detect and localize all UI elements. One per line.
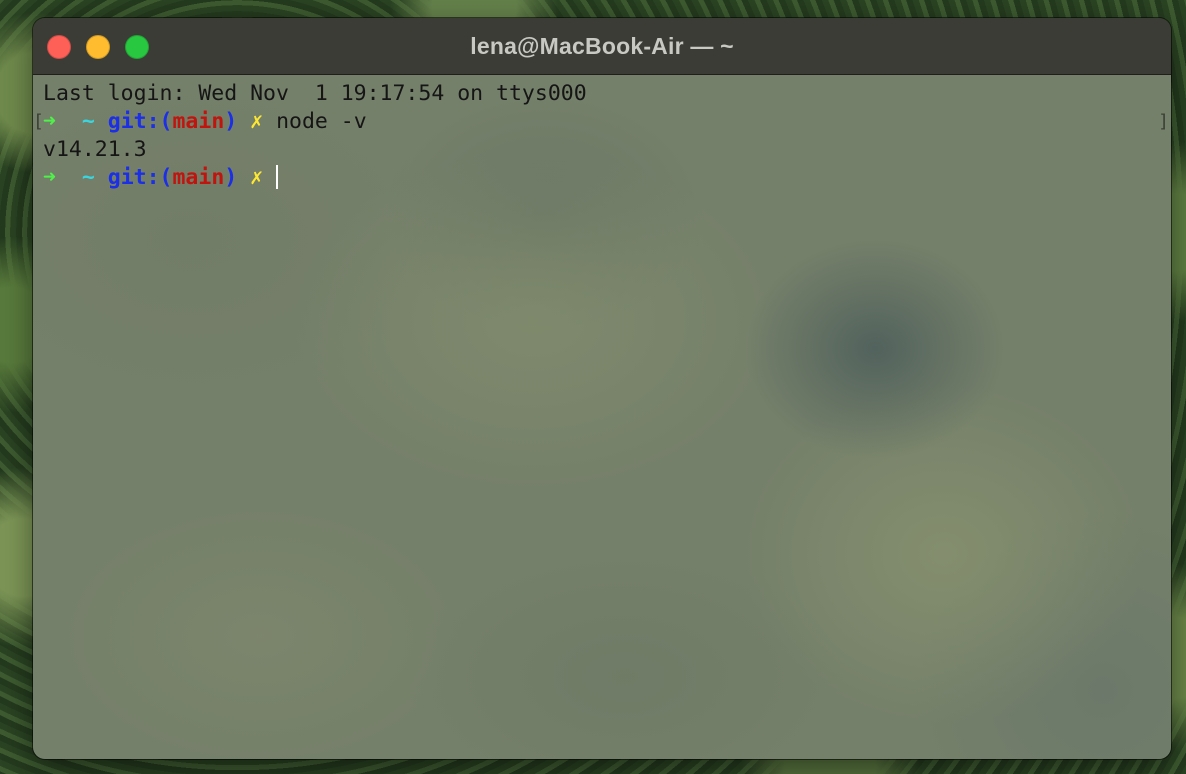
command-line: ➜ ~ git:(main) ✗ node -v	[43, 108, 367, 136]
login-line: Last login: Wed Nov 1 19:17:54 on ttys00…	[43, 81, 587, 106]
mark-close-bracket: ]	[1158, 111, 1169, 132]
prompt-git-prefix: git:(	[107, 165, 173, 190]
prompt-git-branch: main	[172, 165, 225, 190]
command-text: node -v	[276, 109, 367, 134]
window-title: lena@MacBook-Air — ~	[470, 33, 734, 59]
prompt-git-prefix: git:(	[107, 109, 173, 134]
command-output: v14.21.3	[43, 137, 147, 162]
prompt-git-suffix: )	[224, 165, 238, 190]
prompt-directory: ~	[81, 165, 95, 190]
text-cursor	[276, 165, 279, 189]
terminal-window: lena@MacBook-Air — ~ Last login: Wed Nov…	[33, 18, 1171, 759]
active-prompt-line[interactable]: ➜ ~ git:(main) ✗	[43, 164, 279, 192]
title-bar[interactable]: lena@MacBook-Air — ~	[33, 18, 1171, 75]
prompt-dirty-icon: ✗	[250, 109, 264, 134]
prompt-dirty-icon: ✗	[250, 165, 264, 190]
prompt-arrow-icon: ➜	[43, 165, 56, 190]
prompt-directory: ~	[81, 109, 95, 134]
prompt-git-suffix: )	[224, 109, 238, 134]
prompt-git-branch: main	[172, 109, 225, 134]
terminal-content[interactable]: Last login: Wed Nov 1 19:17:54 on ttys00…	[33, 75, 1171, 759]
prompt-arrow-icon: ➜	[43, 109, 56, 134]
